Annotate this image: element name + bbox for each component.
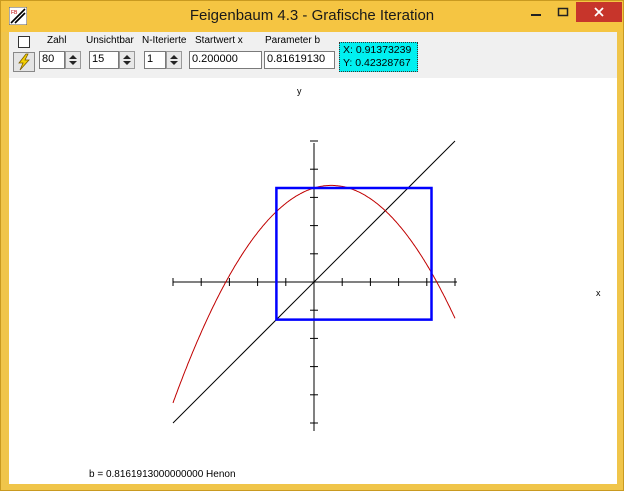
spin-arrows-icon (170, 55, 178, 65)
n-iterierte-field[interactable]: 1 (144, 51, 166, 69)
parameter-field[interactable]: 0.81619130 (264, 51, 335, 69)
zahl-spinner[interactable] (65, 51, 81, 69)
iteration-plot[interactable]: y x b = 0.8161913000000000 Henon (9, 78, 617, 484)
minimize-icon (530, 14, 541, 16)
spin-arrows-icon (123, 55, 131, 65)
startwert-field[interactable]: 0.200000 (189, 51, 262, 69)
y-axis-label: y (297, 86, 302, 96)
app-window: FB Feigenbaum 4.3 - Grafische Iteration … (0, 0, 624, 491)
spin-arrows-icon (69, 55, 77, 65)
run-button[interactable] (13, 52, 35, 72)
lightning-icon (18, 53, 30, 71)
startwert-label: Startwert x (195, 35, 243, 46)
zahl-field[interactable]: 80 (39, 51, 65, 69)
cursor-coordinates: X: 0.91373239 Y: 0.42328767 (339, 42, 418, 72)
iteration-cycle (275, 186, 433, 321)
cursor-y-readout: Y: 0.42328767 (343, 57, 411, 69)
unsichtbar-label: Unsichtbar (86, 35, 134, 46)
close-icon (594, 7, 604, 17)
n-iterierte-spinner[interactable] (166, 51, 182, 69)
x-axis-label: x (596, 288, 601, 298)
zahl-label: Zahl (47, 35, 67, 46)
title-bar[interactable]: FB Feigenbaum 4.3 - Grafische Iteration (1, 1, 623, 32)
n-iterierte-label: N-Iterierte (142, 35, 187, 46)
maximize-button[interactable] (549, 2, 576, 22)
cursor-x-readout: X: 0.91373239 (343, 44, 412, 56)
unsichtbar-spinner[interactable] (119, 51, 135, 69)
maximize-icon (557, 7, 568, 17)
parameter-label: Parameter b (265, 35, 321, 46)
plot-canvas[interactable] (9, 78, 617, 484)
parameter-toolbar: Zahl 80 Unsichtbar 15 N-Iterierte 1 Star… (9, 32, 617, 78)
status-text: b = 0.8161913000000000 Henon (89, 469, 236, 480)
option-checkbox[interactable] (18, 36, 30, 48)
unsichtbar-field[interactable]: 15 (89, 51, 119, 69)
close-button[interactable] (576, 2, 622, 22)
minimize-button[interactable] (522, 2, 549, 22)
